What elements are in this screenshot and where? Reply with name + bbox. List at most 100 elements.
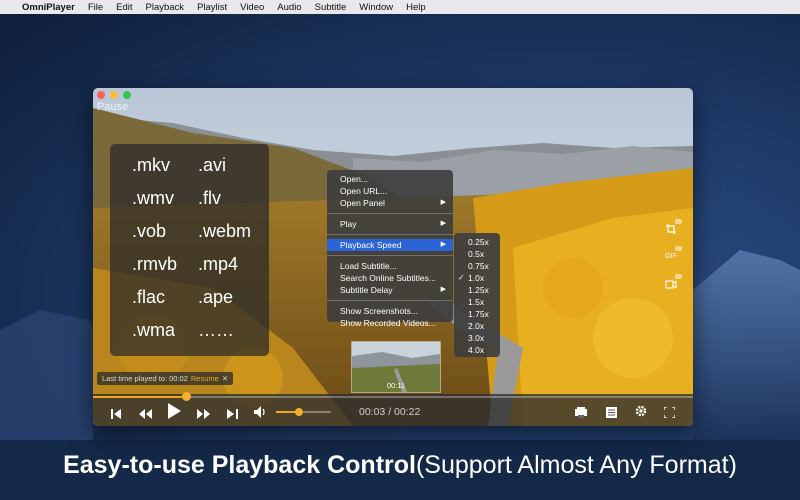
menu-item-playback-speed[interactable]: Playback Speed ▶ [327, 239, 453, 251]
skip-next-button[interactable] [227, 406, 238, 424]
speed-option[interactable]: 2.0x [454, 320, 500, 332]
menu-item-load-subtitle[interactable]: Load Subtitle... [327, 260, 453, 272]
submenu-arrow-icon: ▶ [440, 220, 446, 227]
resume-bar: Last time played to: 00:02 Resume ✕ [97, 372, 234, 385]
context-menu: Open... Open URL... Open Panel ▶ Play ▶ Pl… [327, 170, 453, 328]
menu-item-subtitle-delay[interactable]: Subtitle Delay ▶ [327, 284, 453, 296]
thumbnail-time: 00:11 [386, 381, 406, 390]
menu-item-search-subtitles[interactable]: Search Online Subtitles... [327, 272, 453, 284]
screenshot-button[interactable] [575, 405, 587, 423]
format-label: .vob [132, 221, 167, 241]
resume-text: Last time played to: 00:02 [102, 374, 188, 383]
volume-icon [254, 406, 265, 418]
speed-option[interactable]: 0.75x [454, 260, 500, 272]
format-label: .webm [198, 221, 252, 241]
close-window-button[interactable] [97, 91, 105, 99]
progress-knob[interactable] [182, 392, 191, 401]
gif-icon: GIF [665, 253, 677, 260]
format-label: .flv [198, 188, 222, 208]
record-video-button[interactable] [663, 274, 682, 292]
speed-option[interactable]: 1.5x [454, 296, 500, 308]
menu-window[interactable]: Window [359, 2, 393, 13]
time-display: 00:03 / 00:22 [359, 406, 421, 418]
menu-separator [327, 300, 453, 301]
apple-logo-icon[interactable] [0, 0, 20, 14]
settings-button[interactable] [635, 404, 647, 422]
skip-previous-icon [111, 409, 121, 419]
menu-separator [327, 213, 453, 214]
playlist-icon [606, 407, 617, 418]
format-label: .ape [198, 287, 234, 307]
window-controls [97, 91, 131, 99]
format-label: .avi [198, 155, 227, 175]
submenu-arrow-icon: ▶ [440, 241, 446, 248]
menu-audio[interactable]: Audio [277, 2, 301, 13]
menu-playlist[interactable]: Playlist [197, 2, 227, 13]
screenshot-icon [575, 407, 587, 418]
progress-fill [93, 396, 186, 398]
format-label: .wma [132, 320, 176, 340]
caption-normal: (Support Almost Any Format) [415, 451, 737, 479]
checkmark-icon: ✓ [458, 273, 465, 282]
menu-item-play[interactable]: Play ▶ [327, 218, 453, 230]
speed-option[interactable]: 3.0x [454, 332, 500, 344]
submenu-arrow-icon: ▶ [440, 286, 446, 293]
fast-forward-icon [197, 409, 210, 419]
format-label: .mkv [132, 155, 170, 175]
fullscreen-icon [663, 406, 676, 419]
menu-separator [327, 234, 453, 235]
speed-option[interactable]: 1.75x [454, 308, 500, 320]
menubar: OmniPlayer File Edit Playback Playlist V… [0, 0, 800, 14]
promo-caption: Easy-to-use Playback Control(Support Alm… [0, 451, 800, 480]
record-video-icon [665, 280, 677, 289]
menu-item-open-panel[interactable]: Open Panel ▶ [327, 197, 453, 209]
paused-label: Pause [97, 101, 129, 113]
menu-app-name[interactable]: OmniPlayer [22, 2, 75, 13]
gif-button[interactable]: GIF [663, 246, 682, 264]
crop-screenshot-button[interactable] [663, 219, 682, 237]
formats-panel: .mkv .avi .wmv .flv .vob .webm .rmvb .mp… [110, 144, 269, 356]
format-label: .wmv [132, 188, 174, 208]
submenu-arrow-icon: ▶ [440, 199, 446, 206]
menu-help[interactable]: Help [406, 2, 426, 13]
skip-previous-button[interactable] [111, 406, 122, 424]
close-icon[interactable]: ✕ [222, 374, 228, 383]
menu-file[interactable]: File [88, 2, 103, 13]
speed-option-selected[interactable]: ✓ 1.0x [454, 272, 500, 284]
format-label: .mp4 [198, 254, 239, 274]
menu-edit[interactable]: Edit [116, 2, 132, 13]
rewind-button[interactable] [139, 406, 152, 424]
speed-option[interactable]: 4.0x [454, 344, 500, 356]
fast-forward-button[interactable] [197, 406, 210, 424]
speed-option[interactable]: 0.5x [454, 248, 500, 260]
resume-link[interactable]: Resume [191, 374, 219, 383]
menu-item-open[interactable]: Open... [327, 173, 453, 185]
play-icon [168, 403, 181, 419]
seek-preview-thumbnail: 00:11 [351, 341, 441, 393]
format-label: .flac [132, 287, 166, 307]
speed-submenu: 0.25x 0.5x 0.75x ✓ 1.0x 1.25x 1.5x 1.75x … [454, 233, 500, 357]
player-window: Pause .mkv .avi .wmv .flv .vob .webm .rm… [93, 88, 693, 426]
fullscreen-button[interactable] [663, 405, 676, 423]
minimize-window-button[interactable] [110, 91, 118, 99]
gear-icon [635, 405, 647, 417]
volume-button[interactable] [254, 405, 267, 423]
speed-option[interactable]: 1.25x [454, 284, 500, 296]
format-label: .rmvb [132, 254, 177, 274]
menu-item-open-url[interactable]: Open URL... [327, 185, 453, 197]
menu-item-show-screenshots[interactable]: Show Screenshots... [327, 305, 453, 317]
playlist-button[interactable] [606, 405, 617, 423]
speed-option[interactable]: 0.25x [454, 236, 500, 248]
format-label: …… [198, 320, 234, 340]
menu-playback[interactable]: Playback [146, 2, 185, 13]
menu-separator [327, 255, 453, 256]
caption-bold: Easy-to-use Playback Control [63, 451, 416, 479]
rewind-icon [139, 409, 152, 419]
menu-video[interactable]: Video [240, 2, 264, 13]
play-button[interactable] [168, 403, 181, 424]
zoom-window-button[interactable] [123, 91, 131, 99]
crop-screenshot-icon [666, 224, 676, 234]
menu-subtitle[interactable]: Subtitle [315, 2, 347, 13]
menu-item-show-recorded-videos[interactable]: Show Recorded Videos... [327, 317, 453, 329]
skip-next-icon [227, 409, 238, 419]
